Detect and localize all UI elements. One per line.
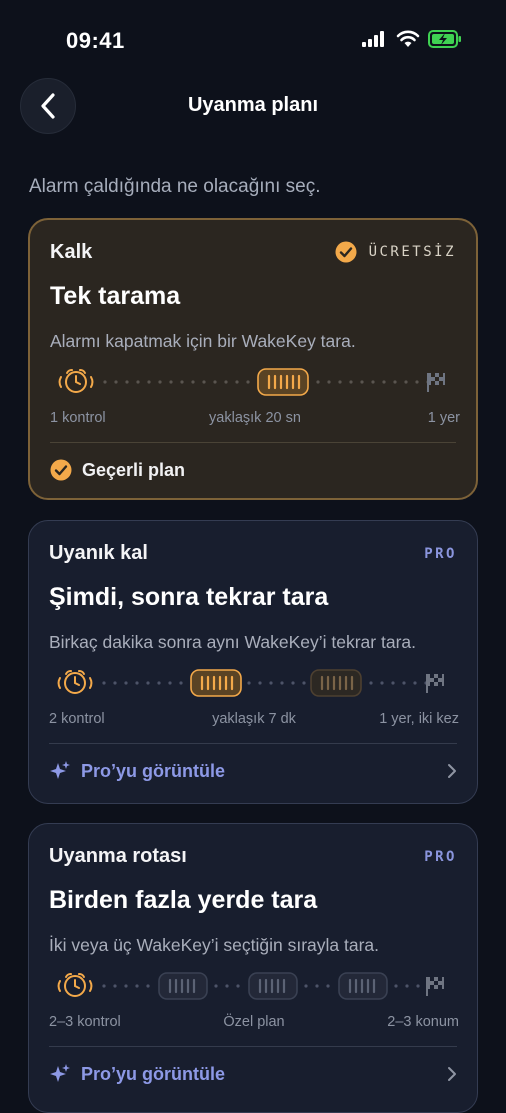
- status-time: 09:41: [66, 28, 125, 53]
- plan-duration: yaklaşık 20 sn: [209, 410, 301, 426]
- wakekey-slot-1: [158, 972, 208, 1000]
- wakekey-scan-icon-later: [310, 669, 362, 697]
- battery-charging-icon: [428, 30, 461, 48]
- plan-meta: 1 kontrol yaklaşık 20 sn 1 yer: [50, 410, 460, 430]
- view-pro-link[interactable]: Pro’yu görüntüle: [49, 757, 457, 785]
- check-circle-icon: [50, 459, 72, 481]
- status-bar: 09:41: [0, 0, 506, 80]
- plan-card-label: Uyanık kal: [49, 542, 148, 564]
- plan-locations: 1 yer: [427, 410, 460, 426]
- plan-card-description: Birkaç dakika sonra aynı WakeKey’i tekra…: [49, 632, 416, 652]
- nav-bar: Uyanma planı: [0, 78, 506, 134]
- sparkle-icon: [50, 1064, 70, 1082]
- view-pro-text: Pro’yu görüntüle: [81, 760, 225, 781]
- alarm-clock-icon: [57, 670, 93, 694]
- wakekey-scan-icon-active: [190, 669, 242, 697]
- current-plan-text: Geçerli plan: [82, 459, 186, 480]
- view-pro-link[interactable]: Pro’yu görüntüle: [49, 1060, 457, 1088]
- plan-meta: 2 kontrol yaklaşık 7 dk 1 yer, iki kez: [49, 711, 459, 731]
- plan-card-title: Tek tarama: [50, 282, 181, 310]
- plan-card-label: Kalk: [50, 241, 93, 263]
- alarm-clock-icon: [58, 369, 94, 393]
- plan-card-kalk[interactable]: Kalk ÜCRETSİZ Tek tarama Alarmı kapatmak…: [28, 218, 478, 500]
- wakekey-slot-2: [248, 972, 298, 1000]
- plan-track: [58, 368, 445, 396]
- pro-badge: PRO: [424, 546, 457, 562]
- finish-flag-icon: [427, 373, 445, 392]
- sparkle-icon: [50, 761, 70, 779]
- alarm-clock-icon: [57, 973, 93, 997]
- divider: [49, 1046, 457, 1047]
- wifi-icon: [396, 30, 420, 47]
- free-badge: ÜCRETSİZ: [335, 241, 456, 263]
- finish-flag-icon: [426, 674, 444, 693]
- divider: [49, 743, 457, 744]
- plan-card-uyanik-kal[interactable]: Uyanık kal PRO Şimdi, sonra tekrar tara …: [28, 520, 478, 804]
- plan-card-uyanma-rotasi[interactable]: Uyanma rotası PRO Birden fazla yerde tar…: [28, 823, 478, 1113]
- page-subtitle: Alarm çaldığında ne olacağını seç.: [29, 176, 321, 197]
- plan-meta: 2–3 kontrol Özel plan 2–3 konum: [49, 1014, 459, 1034]
- current-plan-indicator: Geçerli plan: [50, 456, 456, 484]
- wakekey-scan-icon-active: [257, 368, 309, 396]
- free-badge-text: ÜCRETSİZ: [368, 244, 456, 260]
- plan-card-description: İki veya üç WakeKey’i seçtiğin sırayla t…: [49, 935, 380, 955]
- wakekey-slot-3: [338, 972, 388, 1000]
- status-icons: [362, 30, 462, 48]
- finish-flag-icon: [426, 977, 444, 996]
- signal-icon: [362, 31, 384, 47]
- plan-card-label: Uyanma rotası: [49, 845, 187, 867]
- pro-badge: PRO: [424, 849, 457, 865]
- divider: [50, 442, 456, 443]
- plan-locations: 2–3 konum: [387, 1014, 459, 1030]
- plan-card-description: Alarmı kapatmak için bir WakeKey tara.: [50, 331, 356, 351]
- view-pro-text: Pro’yu görüntüle: [81, 1063, 225, 1084]
- plan-card-title: Şimdi, sonra tekrar tara: [49, 583, 329, 611]
- plan-track: [57, 972, 444, 1000]
- page-title: Uyanma planı: [187, 94, 319, 116]
- chevron-right-icon: [448, 1067, 456, 1081]
- chevron-right-icon: [448, 764, 456, 778]
- plan-track: [57, 669, 444, 697]
- check-circle-icon: [335, 241, 357, 263]
- plan-locations: 1 yer, iki kez: [379, 711, 459, 727]
- plan-card-title: Birden fazla yerde tara: [49, 886, 318, 914]
